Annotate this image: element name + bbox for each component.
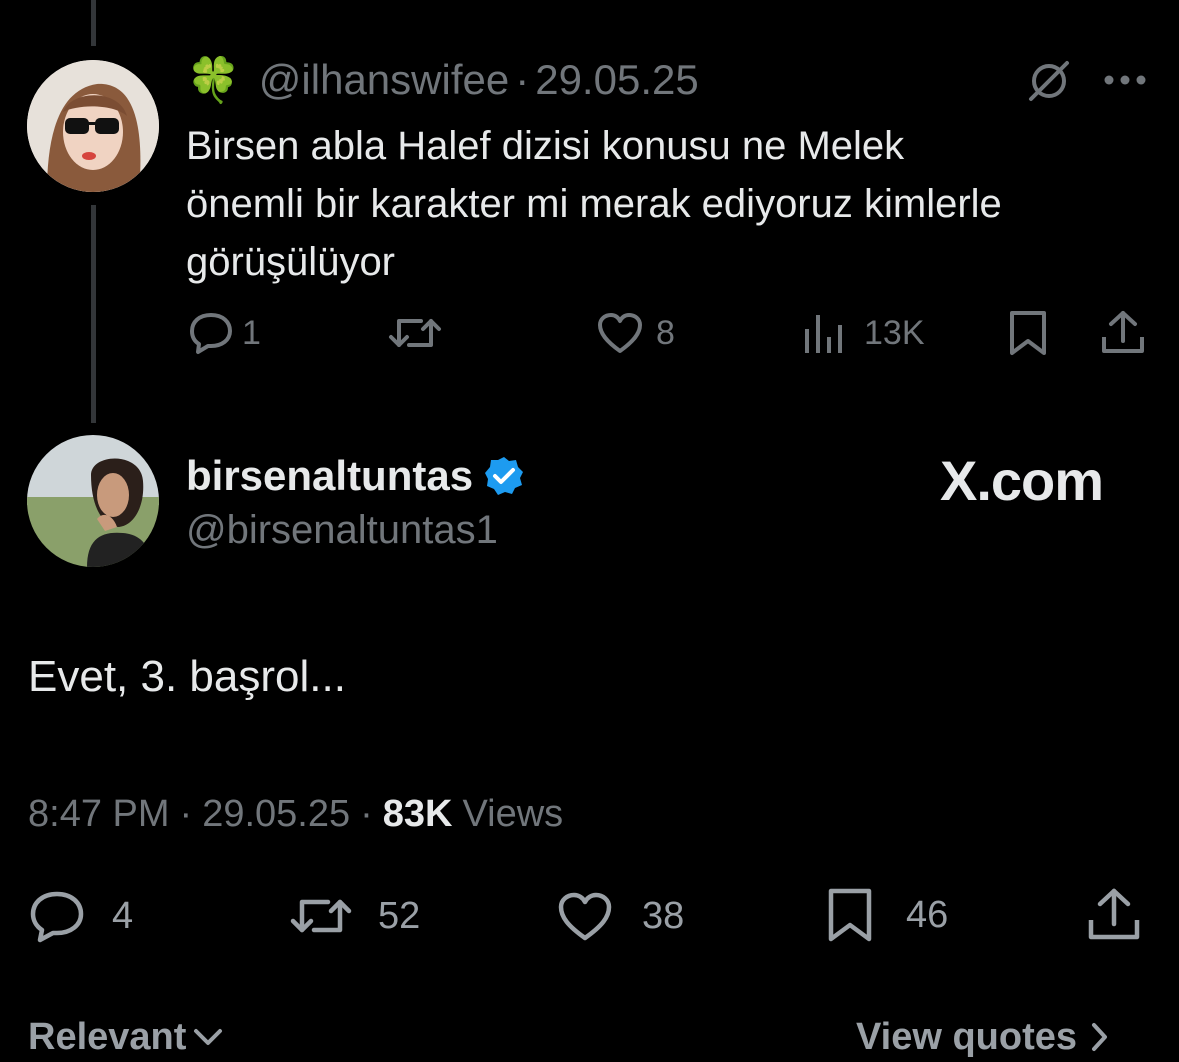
main-bookmark-count: 46 [906, 893, 949, 936]
verified-badge-icon [483, 455, 525, 497]
main-bookmark-button[interactable]: 46 [826, 886, 948, 944]
main-repost-button[interactable]: 52 [288, 888, 420, 944]
x-com-watermark: X.com [940, 449, 1104, 512]
avatar-birsenaltuntas[interactable] [27, 435, 159, 567]
reply-text-line-3: görüşülüyor [186, 240, 396, 284]
tweet-text: Evet, 3. başrol... [28, 652, 346, 701]
more-options-icon[interactable] [1103, 70, 1147, 90]
chevron-right-icon [1089, 1021, 1109, 1053]
reply-reply-button[interactable]: 1 [188, 309, 261, 357]
reply-tweet-header: 🍀 @ilhanswifee · 29.05.25 [186, 56, 699, 105]
chevron-down-icon [192, 1025, 224, 1049]
author-handle[interactable]: @birsenaltuntas1 [186, 508, 498, 553]
reply-text-line-2: önemli bir karakter mi merak ediyoruz ki… [186, 182, 1002, 226]
repost-icon [288, 890, 354, 942]
display-name[interactable]: birsenaltuntas [186, 452, 473, 500]
reply-handle[interactable]: @ilhanswifee [259, 56, 509, 104]
main-repost-count: 52 [378, 894, 421, 937]
share-icon[interactable] [1100, 309, 1146, 355]
analytics-icon [802, 311, 846, 355]
like-count: 8 [656, 313, 675, 352]
sort-relevant-button[interactable]: Relevant [28, 1012, 224, 1062]
views-total[interactable]: 83K [383, 793, 453, 836]
main-like-count: 38 [642, 894, 685, 937]
author-name-row: birsenaltuntas [186, 452, 525, 500]
tweet-time[interactable]: 8:47 PM [28, 793, 170, 836]
reply-count: 1 [242, 313, 261, 352]
grok-icon[interactable] [1025, 57, 1073, 105]
reply-icon [28, 889, 86, 943]
tweet-date[interactable]: 29.05.25 [202, 793, 350, 836]
views-count: 13K [864, 313, 925, 352]
reply-date[interactable]: 29.05.25 [535, 56, 699, 104]
clover-emoji: 🍀 [186, 56, 241, 105]
thread-line-bottom [91, 205, 96, 423]
heart-icon [556, 890, 614, 942]
main-reply-count: 4 [112, 894, 134, 937]
reply-like-button[interactable]: 8 [596, 309, 675, 357]
meta-dot-1: · [179, 792, 193, 835]
reply-text-line-1: Birsen abla Halef dizisi konusu ne Melek [186, 124, 905, 168]
main-share-icon[interactable] [1086, 886, 1142, 942]
reply-text: Birsen abla Halef dizisi konusu ne Melek… [186, 117, 1146, 291]
reply-icon [188, 311, 234, 355]
bookmark-icon[interactable] [1008, 309, 1048, 357]
avatar-ilhanswifee[interactable] [27, 60, 159, 192]
main-like-button[interactable]: 38 [556, 888, 684, 944]
views-label: Views [462, 792, 564, 835]
bookmark-icon [826, 886, 874, 944]
separator-dot: · [515, 56, 530, 103]
reply-views-button[interactable]: 13K [802, 309, 925, 357]
view-quotes-link[interactable]: View quotes [856, 1012, 1109, 1062]
view-quotes-label: View quotes [856, 1015, 1078, 1058]
sort-label: Relevant [28, 1015, 187, 1058]
tweet-meta: 8:47 PM · 29.05.25 · 83K Views [28, 790, 563, 838]
main-reply-button[interactable]: 4 [28, 888, 133, 944]
repost-icon[interactable] [387, 311, 443, 355]
heart-icon [596, 311, 644, 355]
meta-dot-2: · [360, 792, 373, 835]
thread-line-top [91, 0, 96, 46]
